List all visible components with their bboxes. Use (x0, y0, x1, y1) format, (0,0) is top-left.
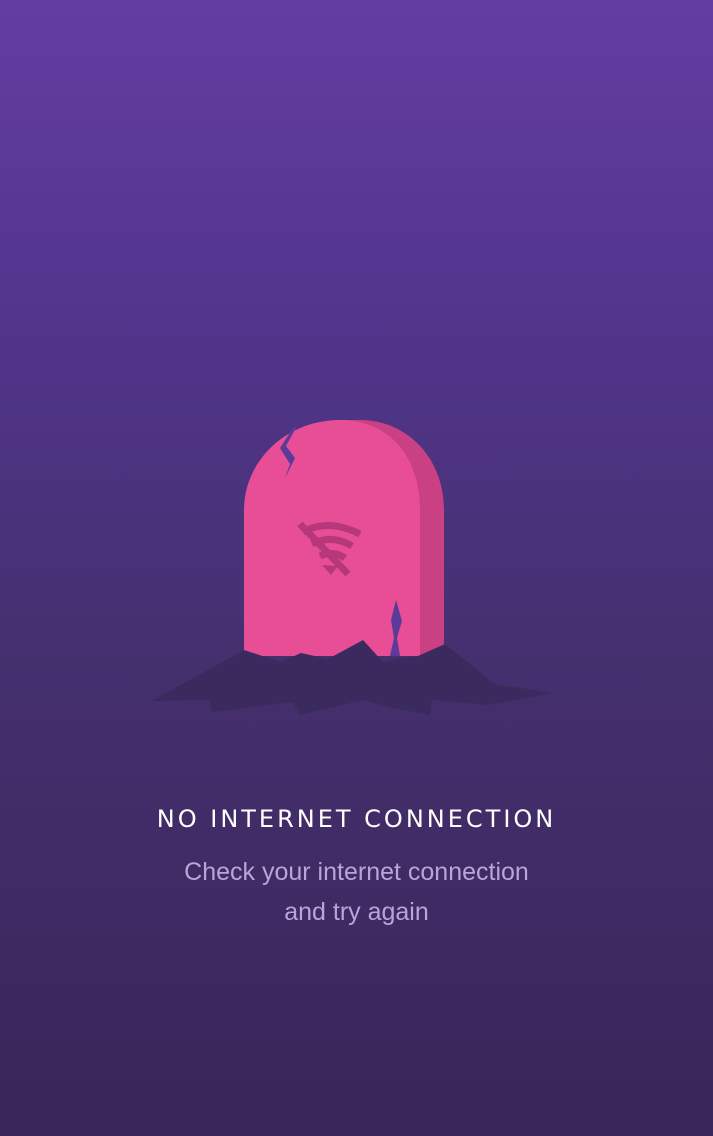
tombstone-illustration (150, 418, 555, 720)
error-message-line-2: and try again (284, 898, 429, 926)
error-title: NO INTERNET CONNECTION (156, 805, 557, 833)
error-message-line-1: Check your internet connection (184, 858, 529, 886)
ground-rubble (152, 640, 552, 715)
tombstone-graphic (152, 420, 552, 715)
error-message: Check your internet connection and try a… (0, 852, 713, 932)
no-connection-screen: NO INTERNET CONNECTION Check your intern… (0, 0, 713, 1136)
